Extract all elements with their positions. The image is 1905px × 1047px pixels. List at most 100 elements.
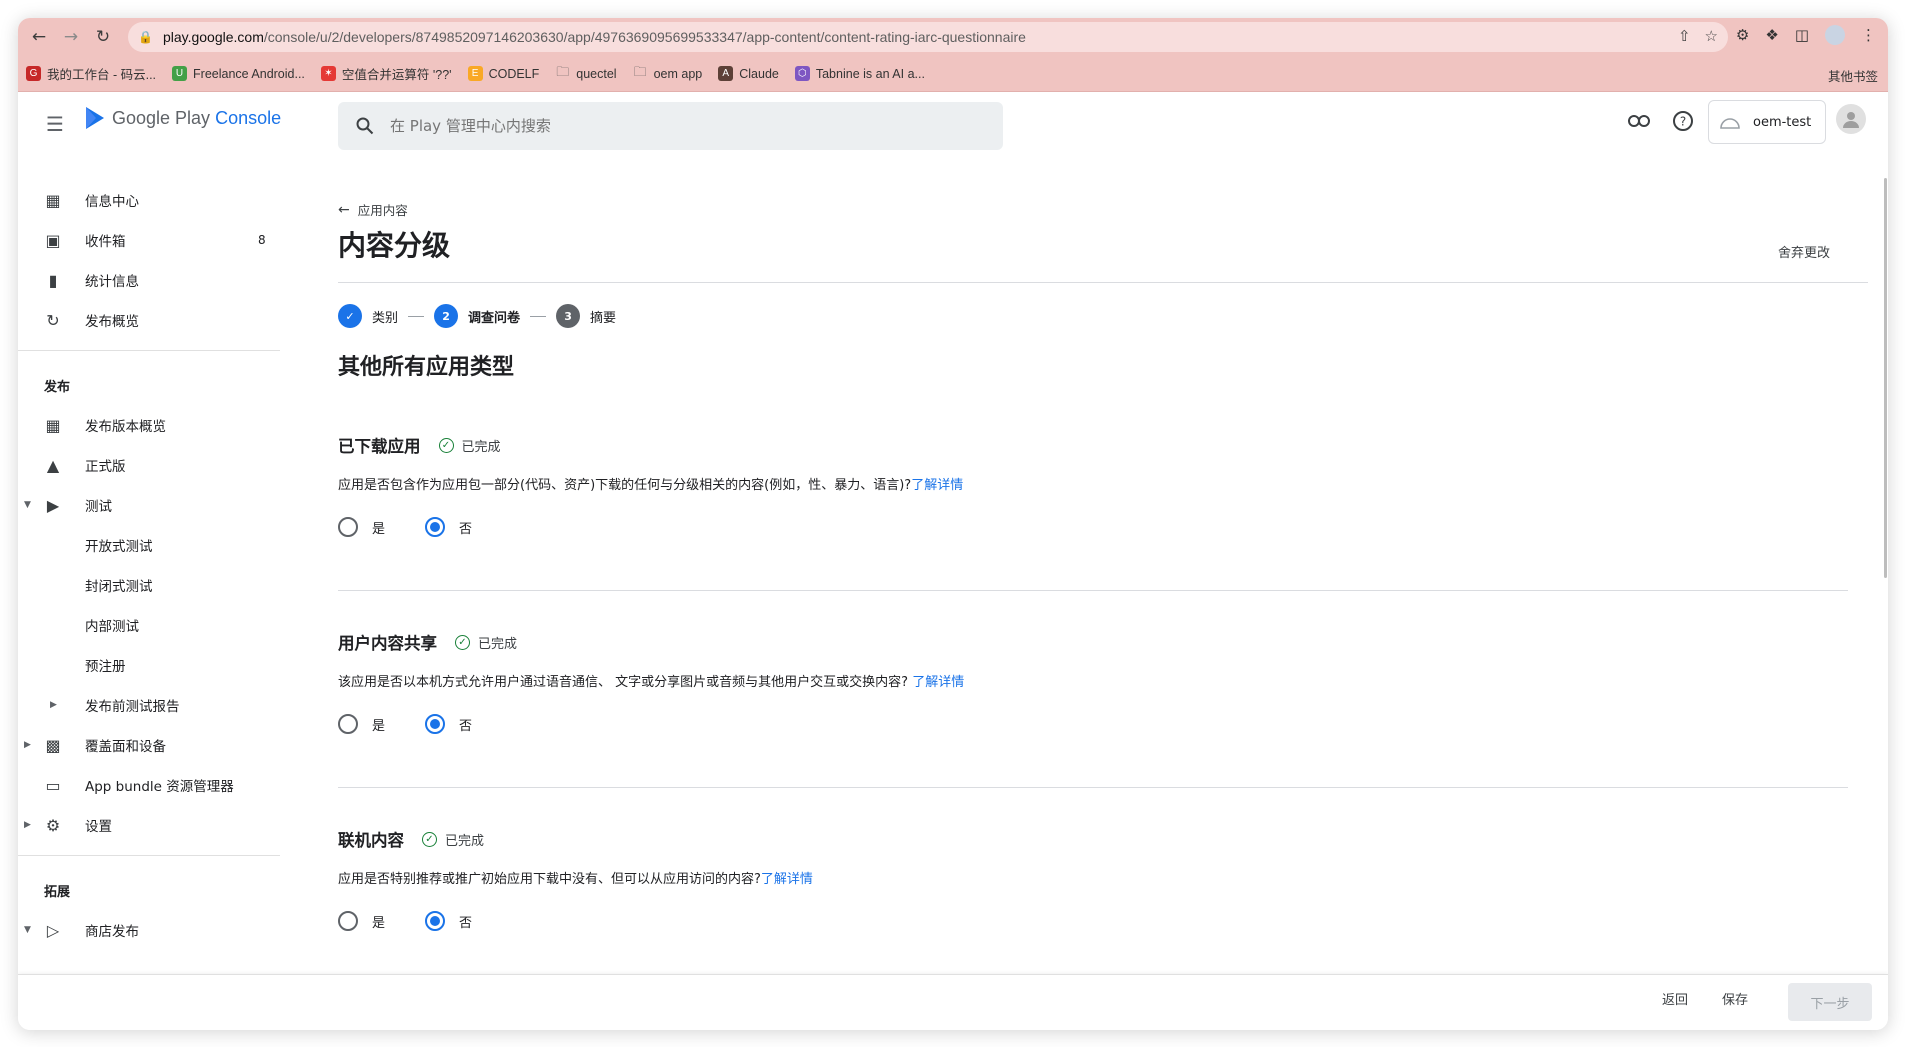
question-block: 已下载应用 ✓ 已完成 应用是否包含作为应用包一部分(代码、资产)下载的任何与分…: [338, 432, 1848, 537]
user-avatar[interactable]: [1836, 104, 1866, 134]
sidebar-item-open-testing[interactable]: 开放式测试: [18, 525, 280, 565]
chevron-right-icon[interactable]: ▶: [24, 740, 31, 750]
step-label[interactable]: 类别: [372, 307, 398, 326]
sidebar-item-testing[interactable]: ▼ ▶ 测试: [18, 485, 280, 525]
sidebar-item-statistics[interactable]: ▮ 统计信息: [18, 260, 280, 300]
folder-icon: 🗀: [633, 63, 647, 79]
reload-icon[interactable]: ↻: [88, 22, 118, 52]
bookmark-item[interactable]: 🗀 oem app: [633, 63, 703, 81]
sidebar-item-closed-testing[interactable]: 封闭式测试: [18, 565, 280, 605]
sidebar-item-settings[interactable]: ▶ ⚙ 设置: [18, 805, 280, 845]
sidebar-item-app-bundle-explorer[interactable]: ▭ App bundle 资源管理器: [18, 765, 280, 805]
question-block: 联机内容 ✓ 已完成 应用是否特别推荐或推广初始应用下载中没有、但可以从应用访问…: [338, 826, 1848, 931]
help-icon[interactable]: ?: [1672, 110, 1694, 132]
bookmark-item[interactable]: 🗀 quectel: [555, 64, 616, 81]
sidebar-item-dashboard[interactable]: ▦ 信息中心: [18, 180, 280, 220]
radio-yes[interactable]: [338, 911, 358, 931]
radio-no-label[interactable]: 否: [459, 715, 472, 734]
radio-no[interactable]: [425, 911, 446, 931]
sidebar-item-pre-launch-report[interactable]: ▶ 发布前测试报告: [18, 685, 280, 725]
side-panel-icon[interactable]: ◫: [1795, 26, 1809, 44]
inbox-count-badge: 8: [258, 233, 266, 247]
learn-more-link[interactable]: 了解详情: [761, 872, 813, 887]
reach-devices-icon: ▩: [45, 735, 61, 755]
radio-yes[interactable]: [338, 517, 358, 537]
production-icon: ▲: [46, 455, 60, 475]
bookmarks-bar: G 我的工作台 - 码云... U Freelance Android... ✶ 空值合并…: [18, 56, 1888, 92]
radio-yes-label[interactable]: 是: [372, 912, 385, 931]
bookmark-favicon-icon: A: [718, 66, 734, 81]
more-menu-icon[interactable]: ⋮: [1861, 26, 1876, 44]
search-box[interactable]: [338, 102, 1003, 150]
back-button[interactable]: 返回: [1662, 989, 1688, 1008]
menu-icon[interactable]: ☰: [46, 112, 64, 136]
page-title: 内容分级: [338, 229, 451, 262]
learn-more-link[interactable]: 了解详情: [912, 675, 964, 690]
radio-no[interactable]: [425, 714, 446, 734]
bookmark-item[interactable]: ⬡ Tabnine is an AI a...: [794, 66, 925, 81]
link-icon[interactable]: [1628, 114, 1650, 128]
store-presence-icon: ▷: [46, 920, 60, 940]
chevron-down-icon[interactable]: ▼: [24, 500, 31, 510]
radio-no[interactable]: [425, 517, 446, 537]
bookmark-item[interactable]: U Freelance Android...: [172, 66, 305, 81]
app-header: ☰ Google Play Console ?: [18, 92, 1888, 174]
chevron-right-icon[interactable]: ▶: [50, 700, 57, 710]
profile-avatar[interactable]: [1825, 25, 1845, 45]
release-section-title: 发布: [44, 379, 71, 395]
sidebar-item-store-presence[interactable]: ▼ ▷ 商店发布: [18, 910, 280, 950]
sidebar-item-releases-overview[interactable]: ▦ 发布版本概览: [18, 405, 280, 445]
svg-text:?: ?: [1680, 115, 1686, 129]
bookmark-item[interactable]: ✶ 空值合并运算符 '??': [320, 64, 452, 83]
radio-yes[interactable]: [338, 714, 358, 734]
step-label[interactable]: 调查问卷: [468, 307, 520, 326]
back-link[interactable]: ← 应用内容: [338, 200, 408, 219]
bookmark-favicon-icon: E: [467, 66, 483, 81]
lock-icon: 🔒: [138, 30, 153, 44]
sidebar-item-inbox[interactable]: ▣ 收件箱 8: [18, 220, 280, 260]
play-console-logo[interactable]: Google Play Console: [84, 106, 281, 130]
forward-arrow-icon[interactable]: →: [56, 22, 86, 52]
sidebar-item-internal-testing[interactable]: 内部测试: [18, 605, 280, 645]
radio-yes-label[interactable]: 是: [372, 518, 385, 537]
star-icon[interactable]: ☆: [1705, 27, 1718, 45]
step-connector: [530, 315, 547, 317]
question-text: 该应用是否以本机方式允许用户通过语音通信、 文字或分享图片或音频与其他用户交互或…: [338, 675, 965, 690]
sidebar-item-reach-devices[interactable]: ▶ ▩ 覆盖面和设备: [18, 725, 280, 765]
extension-icon[interactable]: ⚙: [1736, 26, 1749, 44]
bookmark-item[interactable]: E CODELF: [467, 66, 539, 81]
sidebar-item-production[interactable]: ▲ 正式版: [18, 445, 280, 485]
bookmark-favicon-icon: ✶: [320, 66, 336, 81]
next-button[interactable]: 下一步: [1788, 983, 1872, 1021]
radio-no-label[interactable]: 否: [459, 912, 472, 931]
check-circle-icon: ✓: [438, 437, 454, 453]
bookmark-item[interactable]: G 我的工作台 - 码云...: [26, 64, 156, 83]
share-icon[interactable]: ⇧: [1678, 27, 1691, 45]
check-icon: ✓: [338, 304, 362, 328]
radio-yes-label[interactable]: 是: [372, 715, 385, 734]
save-button[interactable]: 保存: [1722, 989, 1748, 1008]
step-label[interactable]: 摘要: [590, 307, 616, 326]
url-text: play.google.com/console/u/2/developers/8…: [162, 29, 1026, 45]
account-chip[interactable]: oem-test: [1708, 100, 1826, 144]
address-bar[interactable]: 🔒 play.google.com/console/u/2/developers…: [128, 22, 1728, 52]
chevron-down-icon[interactable]: ▼: [24, 925, 31, 935]
chevron-right-icon[interactable]: ▶: [24, 820, 31, 830]
radio-no-label[interactable]: 否: [459, 518, 472, 537]
inbox-icon: ▣: [45, 230, 61, 250]
back-arrow-icon[interactable]: ←: [24, 22, 54, 52]
search-icon: [356, 117, 374, 135]
bookmark-favicon-icon: ⬡: [794, 66, 810, 81]
puzzle-icon[interactable]: ❖: [1765, 26, 1778, 44]
bookmark-item[interactable]: A Claude: [718, 66, 779, 81]
sidebar-item-publishing-overview[interactable]: ↻ 发布概览: [18, 300, 280, 340]
search-input[interactable]: [390, 117, 950, 135]
bar-chart-icon: ▮: [48, 270, 58, 290]
scrollbar[interactable]: [1884, 178, 1887, 578]
other-bookmarks[interactable]: 其他书签: [1828, 66, 1878, 85]
person-icon: [1843, 112, 1859, 128]
question-divider: [338, 590, 1848, 591]
learn-more-link[interactable]: 了解详情: [911, 478, 963, 493]
discard-changes-button[interactable]: 舍弃更改: [1778, 242, 1830, 261]
sidebar-item-pre-registration[interactable]: 预注册: [18, 645, 280, 685]
